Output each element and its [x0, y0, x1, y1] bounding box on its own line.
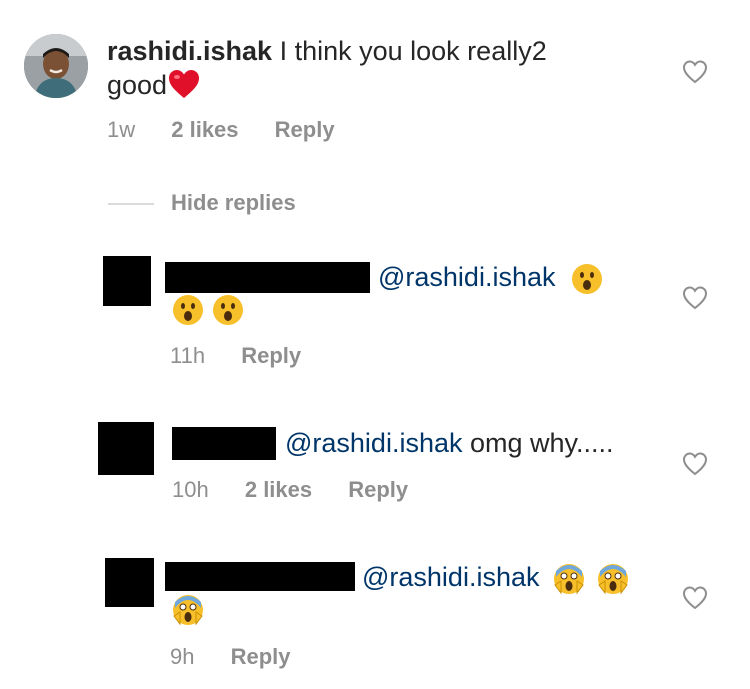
reply-1-emoji-line — [172, 294, 244, 326]
comment-reply-button[interactable]: Reply — [275, 117, 335, 142]
redacted-avatar[interactable] — [98, 422, 154, 475]
reply-3-meta: 9h Reply — [170, 644, 291, 670]
reply-2-mention[interactable]: @rashidi.ishak — [285, 428, 462, 458]
reply-2-text: @rashidi.ishak omg why..... — [285, 426, 614, 460]
reply-3-text: @rashidi.ishak — [362, 560, 629, 595]
hide-replies-divider — [108, 203, 154, 205]
hushed-face-emoji-icon — [213, 295, 244, 325]
screaming-face-emoji-icon — [554, 563, 584, 595]
avatar-photo — [24, 34, 88, 98]
comment-time: 1w — [107, 117, 136, 142]
reply-3-time: 9h — [170, 644, 195, 669]
reply-2-meta: 10h 2 likes Reply — [172, 477, 408, 503]
comment-likes[interactable]: 2 likes — [171, 117, 238, 142]
reply-1-mention[interactable]: @rashidi.ishak — [378, 262, 555, 292]
reply-2-message: omg why..... — [462, 428, 614, 458]
reply-1-meta: 11h Reply — [170, 343, 301, 369]
like-heart-icon[interactable] — [681, 450, 709, 478]
hide-replies-button[interactable]: Hide replies — [171, 190, 296, 216]
avatar[interactable] — [24, 34, 88, 98]
like-heart-icon[interactable] — [681, 58, 709, 86]
redacted-username — [165, 562, 355, 591]
hushed-face-emoji-icon — [572, 263, 602, 294]
reply-1-text: @rashidi.ishak — [378, 260, 603, 295]
redacted-username — [165, 262, 370, 293]
reply-3-reply-button[interactable]: Reply — [231, 644, 291, 669]
comment-body: rashidi.ishak I think you look really2 g… — [107, 34, 667, 102]
redacted-username — [172, 427, 276, 460]
reply-2-reply-button[interactable]: Reply — [348, 477, 408, 502]
reply-2-time: 10h — [172, 477, 209, 502]
redacted-avatar[interactable] — [103, 256, 151, 306]
reply-3-emoji-line — [172, 594, 204, 626]
reply-3-mention[interactable]: @rashidi.ishak — [362, 562, 539, 592]
red-heart-emoji-icon — [169, 70, 200, 98]
comment-text-line1: I think you look really2 — [272, 36, 547, 66]
reply-1-reply-button[interactable]: Reply — [241, 343, 301, 368]
redacted-avatar[interactable] — [105, 558, 154, 607]
hide-replies-label: Hide replies — [171, 190, 296, 215]
screaming-face-emoji-icon — [597, 563, 628, 595]
hushed-face-emoji-icon — [173, 295, 203, 325]
screaming-face-emoji-icon — [173, 595, 203, 626]
comment-meta: 1w 2 likes Reply — [107, 117, 335, 143]
like-heart-icon[interactable] — [681, 284, 709, 312]
reply-2-likes[interactable]: 2 likes — [245, 477, 312, 502]
reply-1-time: 11h — [170, 343, 206, 368]
comment-text-line2: good — [107, 70, 168, 100]
like-heart-icon[interactable] — [681, 584, 709, 612]
comment-username[interactable]: rashidi.ishak — [107, 36, 272, 66]
